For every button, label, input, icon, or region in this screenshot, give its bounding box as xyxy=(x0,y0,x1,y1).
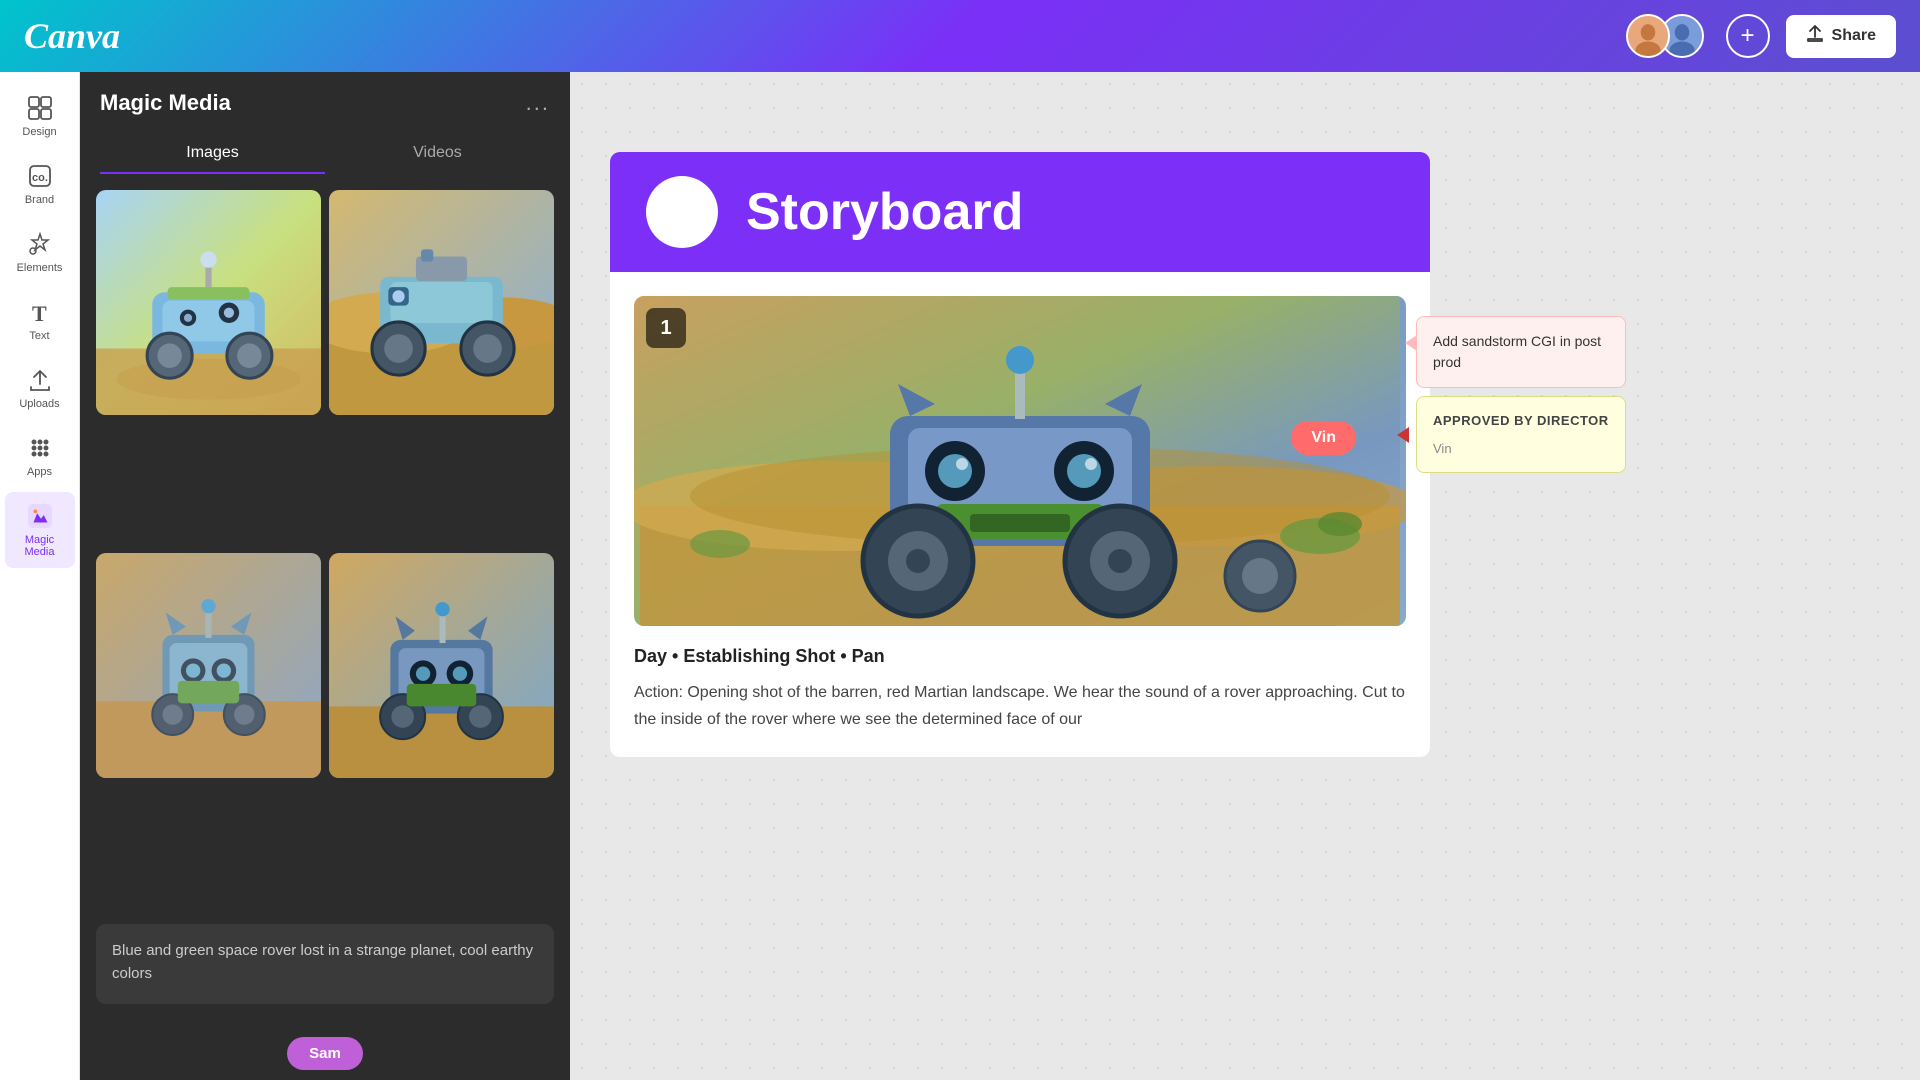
image-item-4[interactable] xyxy=(329,553,554,778)
annotation-approved-title: APPROVED BY DIRECTOR xyxy=(1433,411,1609,431)
svg-text:co.: co. xyxy=(32,172,48,184)
panel-more-button[interactable]: ... xyxy=(526,90,550,116)
sam-collaborator-label: Sam xyxy=(287,1037,363,1070)
storyboard-card: 1 Vin Add sandstorm CGI in post prod APP… xyxy=(610,272,1430,757)
apps-icon xyxy=(26,434,54,462)
sidebar-brand-label: Brand xyxy=(25,194,54,206)
sidebar-apps-label: Apps xyxy=(27,466,52,478)
sidebar-magic-media-label: Magic Media xyxy=(13,534,67,558)
annotation-sandstorm-text: Add sandstorm CGI in post prod xyxy=(1433,333,1601,370)
sidebar-item-brand[interactable]: co. Brand xyxy=(5,152,75,216)
canva-logo: Canva xyxy=(24,15,120,57)
storyboard-container: Storyboard xyxy=(610,152,1430,757)
storyboard-header: Storyboard xyxy=(610,152,1430,272)
image-item-3[interactable] xyxy=(96,553,321,778)
panel-header: Magic Media ... xyxy=(80,72,570,134)
share-button[interactable]: Share xyxy=(1786,15,1896,58)
uploads-icon xyxy=(26,366,54,394)
sidebar-item-magic-media[interactable]: Magic Media xyxy=(5,492,75,568)
annotation-approved: APPROVED BY DIRECTOR Vin xyxy=(1416,396,1626,473)
collaborator-avatars xyxy=(1626,14,1704,58)
sidebar-item-text[interactable]: T Text xyxy=(5,288,75,352)
add-collaborator-button[interactable]: + xyxy=(1726,14,1770,58)
sidebar-item-design[interactable]: Design xyxy=(5,84,75,148)
storyboard-logo xyxy=(646,176,718,248)
shot-number-badge: 1 xyxy=(646,308,686,348)
brand-icon: co. xyxy=(26,162,54,190)
annotation-vin-name: Vin xyxy=(1433,439,1609,459)
magic-media-icon xyxy=(26,502,54,530)
share-label: Share xyxy=(1832,27,1876,45)
panel-title: Magic Media xyxy=(100,90,231,116)
vin-badge: Vin xyxy=(1291,421,1356,455)
svg-text:T: T xyxy=(32,301,47,325)
sidebar-item-elements[interactable]: Elements xyxy=(5,220,75,284)
design-icon xyxy=(26,94,54,122)
avatar-1 xyxy=(1626,14,1670,58)
prompt-text: Blue and green space rover lost in a str… xyxy=(112,940,538,985)
header: Canva + Share xyxy=(0,0,1920,72)
images-grid xyxy=(80,190,570,908)
main-layout: Design co. Brand Elements T Text Uploads xyxy=(0,72,1920,1080)
sidebar-elements-label: Elements xyxy=(17,262,63,274)
share-icon xyxy=(1806,25,1824,48)
elements-icon xyxy=(26,230,54,258)
annotation-sandstorm: Add sandstorm CGI in post prod xyxy=(1416,316,1626,388)
sidebar-item-uploads[interactable]: Uploads xyxy=(5,356,75,420)
tab-images[interactable]: Images xyxy=(100,134,325,174)
shot-info-line: Day • Establishing Shot • Pan xyxy=(634,646,1406,667)
sidebar-design-label: Design xyxy=(22,126,56,138)
panel-tabs: Images Videos xyxy=(80,134,570,174)
sidebar-item-apps[interactable]: Apps xyxy=(5,424,75,488)
prompt-area[interactable]: Blue and green space rover lost in a str… xyxy=(96,924,554,1004)
storyboard-title: Storyboard xyxy=(746,182,1023,242)
tab-videos[interactable]: Videos xyxy=(325,134,550,174)
sidebar: Design co. Brand Elements T Text Uploads xyxy=(0,72,80,1080)
canvas-area[interactable]: Storyboard xyxy=(570,72,1920,1080)
image-item-2[interactable] xyxy=(329,190,554,415)
header-actions: + Share xyxy=(1626,14,1896,58)
magic-media-panel: Magic Media ... Images Videos xyxy=(80,72,570,1080)
image-item-1[interactable] xyxy=(96,190,321,415)
sidebar-text-label: Text xyxy=(29,330,49,342)
main-shot-image: 1 Vin xyxy=(634,296,1406,626)
text-icon: T xyxy=(26,298,54,326)
shot-description: Action: Opening shot of the barren, red … xyxy=(634,679,1406,733)
sidebar-uploads-label: Uploads xyxy=(19,398,59,410)
